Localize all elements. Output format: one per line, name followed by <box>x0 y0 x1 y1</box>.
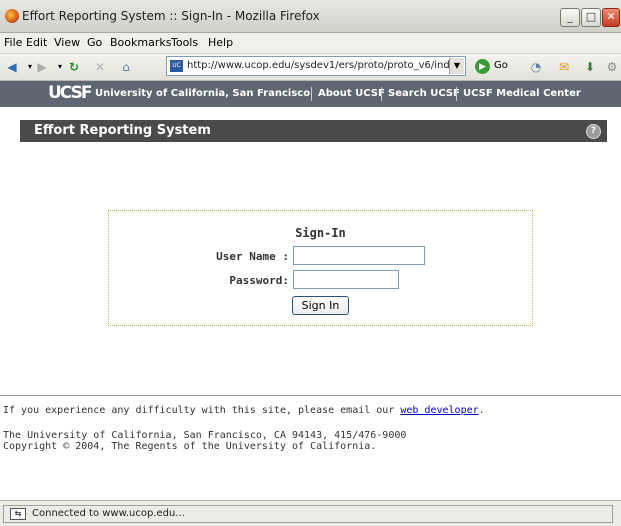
back-icon[interactable]: ◀ <box>4 59 20 75</box>
link-ucsf-medical-center[interactable]: UCSF Medical Center <box>463 88 581 99</box>
menu-file[interactable]: File <box>4 36 22 49</box>
username-label: User Name : <box>216 250 289 263</box>
address-bar[interactable]: UC http://www.ucop.edu/sysdev1/ers/proto… <box>166 56 466 76</box>
menu-tools[interactable]: Tools <box>171 36 198 49</box>
stop-icon[interactable]: ✕ <box>92 59 108 75</box>
firefox-icon <box>5 9 19 23</box>
status-panel: ⇆ Connected to www.ucop.edu... <box>3 505 613 523</box>
link-search-ucsf[interactable]: Search UCSF <box>388 88 460 99</box>
menu-help[interactable]: Help <box>208 36 233 49</box>
contact-suffix: . <box>478 405 485 416</box>
page-content: Effort Reporting System ? Sign-In User N… <box>0 107 621 500</box>
go-label[interactable]: Go <box>494 60 508 71</box>
status-bar: ⇆ Connected to www.ucop.edu... <box>0 500 621 526</box>
maximize-button[interactable]: □ <box>581 8 601 27</box>
address-text: The University of California, San Franci… <box>3 430 407 441</box>
go-icon[interactable]: ▶ <box>475 59 490 74</box>
reload-icon[interactable]: ↻ <box>66 59 82 75</box>
home-icon[interactable]: ⌂ <box>118 59 134 75</box>
menu-bar: File Edit View Go Bookmarks Tools Help <box>0 33 621 54</box>
divider <box>456 87 457 101</box>
copyright-text: Copyright © 2004, The Regents of the Uni… <box>3 441 377 452</box>
contact-prefix: If you experience any difficulty with th… <box>3 405 401 416</box>
url-dropdown-icon[interactable]: ▼ <box>449 58 464 74</box>
site-favicon: UC <box>170 60 183 72</box>
menu-view[interactable]: View <box>54 36 80 49</box>
connection-icon: ⇆ <box>10 508 26 520</box>
window-titlebar: Effort Reporting System :: Sign-In - Moz… <box>0 0 621 33</box>
help-icon[interactable]: ? <box>586 124 601 139</box>
navigation-toolbar: ◀ ▾ ▶ ▾ ↻ ✕ ⌂ UC http://www.ucop.edu/sys… <box>0 54 621 81</box>
settings-icon[interactable]: ⚙ <box>604 59 620 75</box>
password-label: Password: <box>229 274 289 287</box>
close-button[interactable]: ✕ <box>602 8 620 27</box>
signin-panel: Sign-In User Name : Password: Sign In <box>108 210 533 326</box>
window-title: Effort Reporting System :: Sign-In - Moz… <box>22 9 320 23</box>
divider <box>381 87 382 101</box>
link-about-ucsf[interactable]: About UCSF <box>318 88 385 99</box>
minimize-button[interactable]: _ <box>560 8 580 27</box>
contact-text: If you experience any difficulty with th… <box>3 405 485 416</box>
status-text: Connected to www.ucop.edu... <box>32 508 185 519</box>
history-icon[interactable]: ◔ <box>528 59 544 75</box>
link-ucsf-home[interactable]: University of California, San Francisco <box>95 88 310 99</box>
password-input[interactable] <box>293 270 399 289</box>
menu-bookmarks[interactable]: Bookmarks <box>110 36 171 49</box>
divider <box>311 87 312 101</box>
ucsf-logo[interactable]: UCSF <box>48 83 92 103</box>
mail-icon[interactable]: ✉ <box>556 59 572 75</box>
menu-edit[interactable]: Edit <box>26 36 47 49</box>
download-icon[interactable]: ⬇ <box>582 59 598 75</box>
signin-heading: Sign-In <box>295 226 346 240</box>
signin-button[interactable]: Sign In <box>292 296 349 315</box>
footer-divider <box>0 395 621 396</box>
username-input[interactable] <box>293 246 425 265</box>
url-text[interactable]: http://www.ucop.edu/sysdev1/ers/proto/pr… <box>187 60 449 71</box>
app-header-bar: Effort Reporting System ? <box>20 120 607 142</box>
menu-go[interactable]: Go <box>87 36 102 49</box>
web-developer-link[interactable]: web developer <box>400 405 478 416</box>
forward-icon[interactable]: ▶ <box>34 59 50 75</box>
app-title: Effort Reporting System <box>34 123 211 138</box>
ucsf-header-bar: UCSF University of California, San Franc… <box>0 81 621 107</box>
